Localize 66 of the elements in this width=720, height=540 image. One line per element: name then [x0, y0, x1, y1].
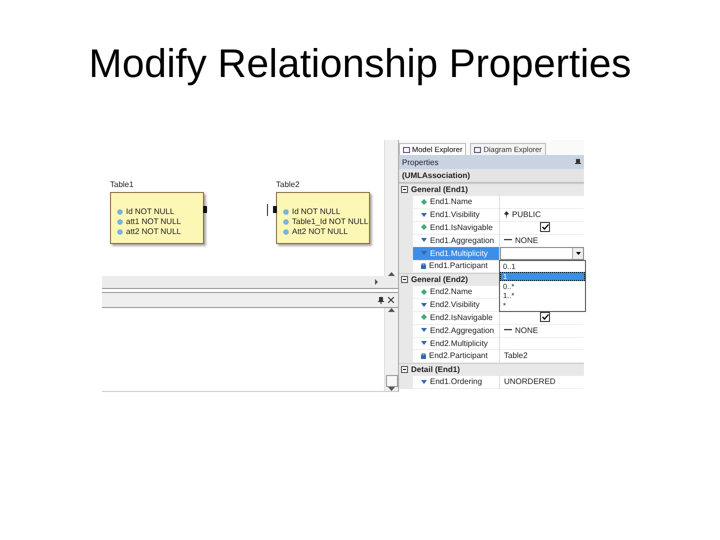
- table-entity[interactable]: Id NOT NULL att1 NOT NULL att2 NOT NULL: [110, 192, 204, 244]
- triangle-icon: [421, 251, 427, 256]
- property-name[interactable]: End1.IsNavigable: [413, 221, 499, 235]
- dash-icon: [504, 239, 512, 242]
- triangle-icon: [421, 341, 427, 346]
- category-label: General (End1): [411, 185, 468, 194]
- diamond-icon: [421, 314, 427, 320]
- category-row[interactable]: General (End1): [399, 183, 584, 196]
- column-label: att1 NOT NULL: [126, 217, 181, 226]
- property-name[interactable]: End2.IsNavigable: [413, 310, 499, 325]
- window-icon: [474, 146, 482, 152]
- table-entity[interactable]: Id NOT NULL Table1_Id NOT NULL Att2 NOT NULL: [276, 192, 370, 244]
- property-value: NONE: [515, 326, 538, 335]
- property-value: PUBLIC: [512, 210, 541, 220]
- column-label: Id NOT NULL: [126, 207, 174, 216]
- property-name[interactable]: End1.Name: [413, 195, 499, 210]
- collapse-icon[interactable]: [401, 186, 408, 194]
- triangle-icon: [421, 380, 427, 384]
- property-name[interactable]: End1.Visibility: [413, 208, 499, 222]
- column-label: att2 NOT NULL: [126, 227, 181, 236]
- property-value: Table2: [504, 351, 528, 360]
- diamond-icon: [421, 198, 427, 205]
- empty-value-cell[interactable]: [499, 195, 584, 210]
- property-value: NONE: [515, 236, 538, 245]
- table-name: Table1: [110, 180, 134, 189]
- category-label: Detail (End1): [411, 365, 460, 374]
- triangle-icon: [421, 212, 427, 217]
- diamond-icon: [421, 224, 427, 230]
- checkbox[interactable]: [540, 312, 550, 322]
- scrollbar[interactable]: [102, 276, 398, 289]
- scroll-thumb[interactable]: [386, 375, 398, 387]
- window-icon: [403, 146, 410, 152]
- panel-title: Properties: [402, 158, 438, 166]
- collapse-icon[interactable]: [401, 276, 408, 284]
- pin-icon: [504, 210, 509, 219]
- column-label: Att2 NOT NULL: [292, 227, 348, 236]
- lock-icon: [421, 352, 426, 359]
- diamond-icon: [421, 288, 427, 295]
- pin-icon[interactable]: [575, 158, 581, 166]
- category-label: General (End2): [411, 275, 468, 284]
- checkbox[interactable]: [540, 222, 550, 232]
- triangle-icon: [421, 302, 427, 307]
- dash-icon: [504, 329, 512, 332]
- property-name[interactable]: End2.Multiplicity: [413, 336, 499, 350]
- property-name[interactable]: End2.Aggregation: [413, 324, 499, 338]
- property-name[interactable]: End1.Ordering: [413, 375, 499, 389]
- object-type: (UMLAssociation): [399, 169, 584, 183]
- slide-title: Modify Relationship Properties: [88, 41, 632, 88]
- collapse-icon[interactable]: [401, 366, 408, 374]
- table-name: Table2: [276, 180, 300, 189]
- close-icon[interactable]: [388, 297, 394, 303]
- pin-icon[interactable]: [378, 296, 384, 304]
- connector-handle[interactable]: [203, 206, 207, 213]
- scroll-right-icon[interactable]: [375, 279, 378, 285]
- column-label: Table1_Id NOT NULL: [292, 217, 368, 226]
- property-value: UNORDERED: [504, 377, 556, 386]
- empty-value-cell[interactable]: [499, 336, 584, 350]
- dropdown-field[interactable]: [500, 246, 584, 260]
- caret-icon[interactable]: [576, 252, 580, 255]
- category-row[interactable]: Detail (End1): [399, 362, 584, 376]
- lock-icon: [421, 262, 426, 269]
- triangle-icon: [421, 238, 427, 242]
- triangle-icon: [421, 328, 427, 332]
- connector-handle[interactable]: [273, 206, 277, 213]
- connector-line: [267, 204, 268, 216]
- column-label: Id NOT NULL: [292, 207, 340, 216]
